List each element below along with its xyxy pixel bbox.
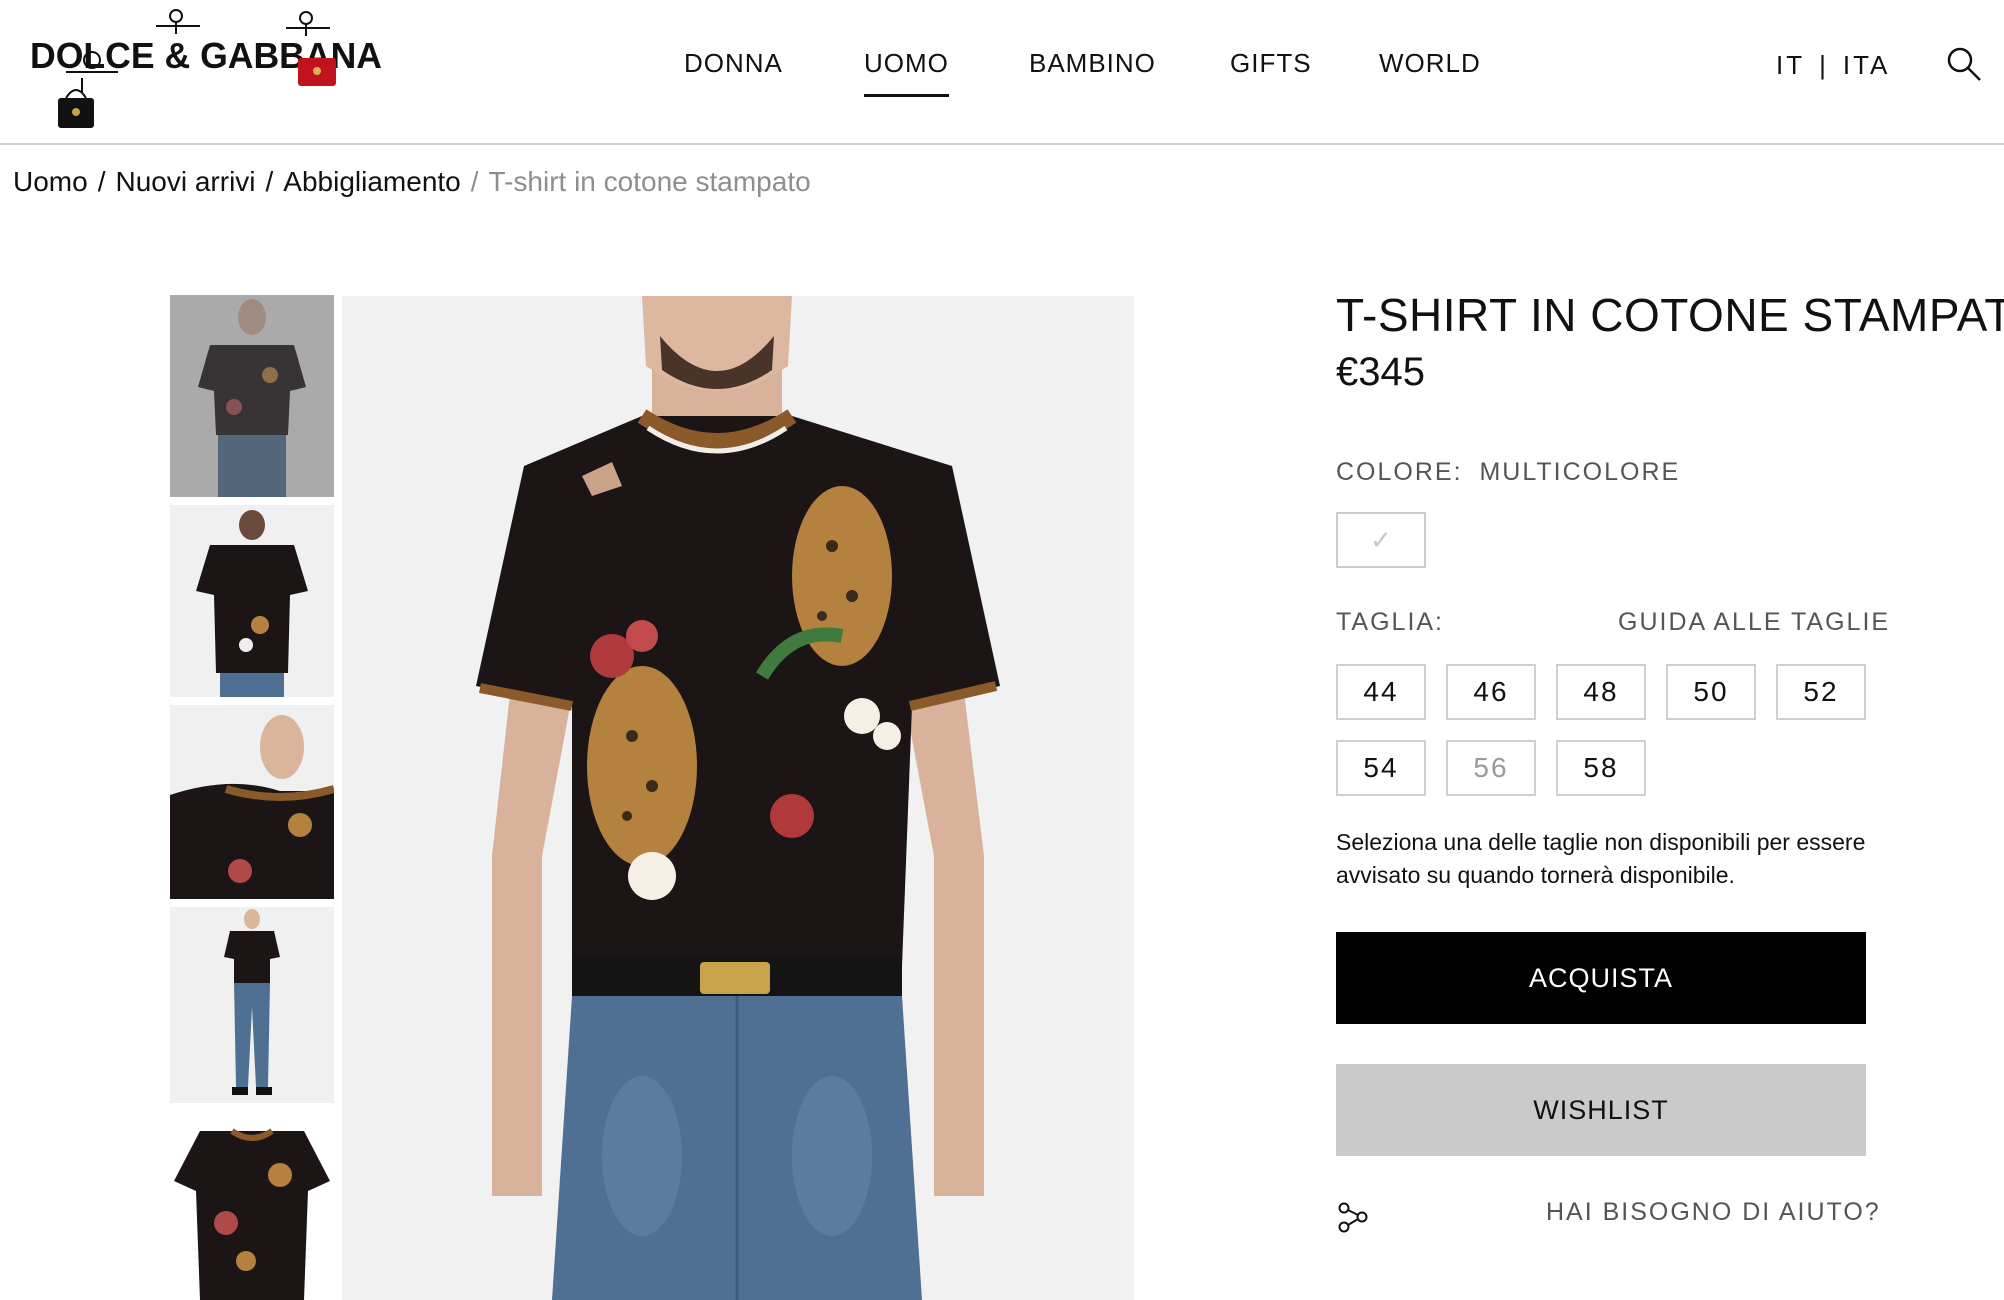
breadcrumb-separator: / <box>470 166 479 197</box>
breadcrumb-abbigliamento[interactable]: Abbigliamento <box>283 166 460 197</box>
language-separator: | <box>1819 50 1829 80</box>
size-label: TAGLIA: <box>1336 608 1445 636</box>
breadcrumb-uomo[interactable]: Uomo <box>13 166 88 197</box>
color-label: COLORE: <box>1336 458 1463 486</box>
main-product-image[interactable] <box>342 296 1134 1300</box>
language-selector[interactable]: IT | ITA <box>1776 50 1890 81</box>
color-value: MULTICOLORE <box>1479 458 1681 486</box>
product-thumbnail[interactable] <box>170 295 334 497</box>
search-icon[interactable] <box>1944 44 1984 84</box>
breadcrumb-nuovi-arrivi[interactable]: Nuovi arrivi <box>115 166 255 197</box>
size-option[interactable]: 44 <box>1336 664 1426 720</box>
country-code: IT <box>1776 50 1806 80</box>
nav-item-bambino[interactable]: BAMBINO <box>1029 48 1156 79</box>
size-option[interactable]: 50 <box>1666 664 1756 720</box>
size-option[interactable]: 48 <box>1556 664 1646 720</box>
availability-note: Seleziona una delle taglie non disponibi… <box>1336 829 1866 888</box>
nav-item-gifts[interactable]: GIFTS <box>1230 48 1312 79</box>
size-selector: 44 46 48 50 52 54 56 58 <box>1336 664 1936 804</box>
product-thumbnail[interactable] <box>170 1111 334 1300</box>
share-icon[interactable] <box>1336 1200 1370 1234</box>
size-option[interactable]: 46 <box>1446 664 1536 720</box>
breadcrumb-current: T-shirt in cotone stampato <box>488 166 811 197</box>
nav-item-world[interactable]: WORLD <box>1379 48 1481 79</box>
product-thumbnail[interactable] <box>170 907 334 1103</box>
product-price: €345 <box>1336 350 1425 394</box>
check-icon: ✓ <box>1370 524 1392 555</box>
product-thumbnail[interactable] <box>170 505 334 697</box>
color-row: COLORE: MULTICOLORE <box>1336 458 1680 487</box>
breadcrumb: Uomo / Nuovi arrivi / Abbigliamento / T-shirt … <box>13 166 811 198</box>
size-guide-link[interactable]: GUIDA ALLE TAGLIE <box>1618 608 1890 637</box>
color-swatch[interactable]: ✓ <box>1336 512 1426 568</box>
buy-button[interactable]: ACQUISTA <box>1336 932 1866 1024</box>
product-thumbnail[interactable] <box>170 705 334 899</box>
nav-item-uomo[interactable]: UOMO <box>864 48 949 97</box>
product-title: T-SHIRT IN COTONE STAMPATO <box>1336 289 2004 341</box>
breadcrumb-separator: / <box>97 166 106 197</box>
size-option[interactable]: 58 <box>1556 740 1646 796</box>
language-code: ITA <box>1842 50 1891 80</box>
wishlist-button[interactable]: WISHLIST <box>1336 1064 1866 1156</box>
site-header: DOLCE & GABBANA DONNA UOMO BAMBINO GIFTS… <box>0 0 2004 145</box>
size-option[interactable]: 52 <box>1776 664 1866 720</box>
size-option-unavailable[interactable]: 56 <box>1446 740 1536 796</box>
nav-item-donna[interactable]: DONNA <box>684 48 783 79</box>
help-link[interactable]: HAI BISOGNO DI AIUTO? <box>1546 1198 1881 1227</box>
breadcrumb-separator: / <box>265 166 274 197</box>
size-option[interactable]: 54 <box>1336 740 1426 796</box>
brand-logo[interactable]: DOLCE & GABBANA <box>30 8 410 140</box>
